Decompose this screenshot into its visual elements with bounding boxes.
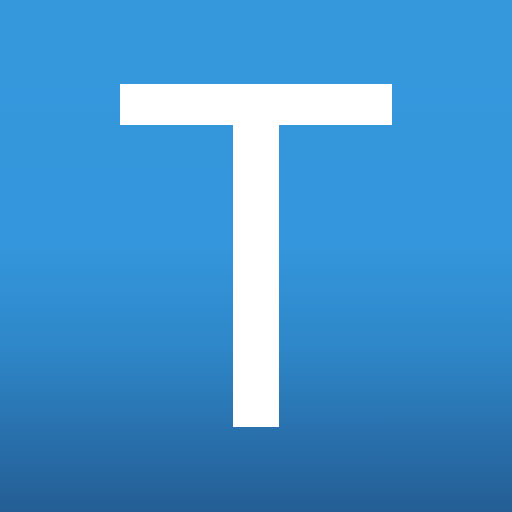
app-icon-tile: T bbox=[0, 0, 512, 512]
t-stem bbox=[233, 84, 279, 427]
t-letter-logo bbox=[120, 84, 392, 427]
